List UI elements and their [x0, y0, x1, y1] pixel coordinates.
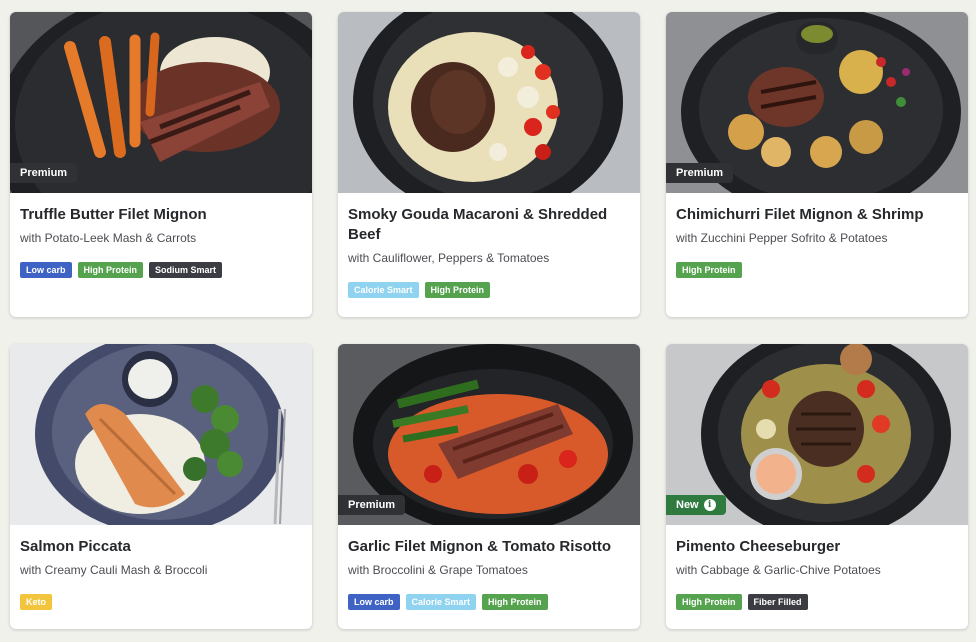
meal-subtitle: with Broccolini & Grape Tomatoes [348, 563, 528, 577]
meal-image[interactable] [10, 344, 312, 525]
tag-calorie-smart: Calorie Smart [348, 282, 419, 298]
meal-image[interactable] [338, 12, 640, 193]
new-label: New [676, 499, 699, 511]
tag-list: Low carb High Protein Sodium Smart [20, 262, 302, 278]
tag-sodium-smart: Sodium Smart [149, 262, 223, 278]
meal-card-pimento-cheeseburger[interactable]: New i Pimento Cheeseburger with Cabbage … [666, 344, 968, 629]
meal-title[interactable]: Smoky Gouda Macaroni & Shredded Beef [348, 205, 630, 245]
meal-subtitle: with Creamy Cauli Mash & Broccoli [20, 563, 208, 577]
tag-high-protein: High Protein [77, 262, 144, 278]
tag-high-protein: High Protein [424, 282, 491, 298]
meal-card-smoky-gouda-macaroni[interactable]: Smoky Gouda Macaroni & Shredded Beef wit… [338, 12, 640, 317]
meal-card-chimichurri-filet-mignon-shrimp[interactable]: Premium Chimichurri Filet Mignon & Shrim… [666, 12, 968, 317]
premium-badge: Premium [338, 495, 406, 515]
premium-badge: Premium [666, 163, 734, 183]
tag-calorie-smart: Calorie Smart [405, 594, 477, 610]
meal-image[interactable]: Premium [666, 12, 968, 193]
meal-image[interactable]: Premium [10, 12, 312, 193]
meal-title[interactable]: Chimichurri Filet Mignon & Shrimp [676, 205, 958, 225]
meal-title[interactable]: Truffle Butter Filet Mignon [20, 205, 302, 225]
tag-high-protein: High Protein [676, 594, 742, 610]
meal-title[interactable]: Pimento Cheeseburger [676, 537, 958, 557]
meal-image[interactable]: Premium [338, 344, 640, 525]
meal-image[interactable]: New i [666, 344, 968, 525]
meal-subtitle: with Zucchini Pepper Sofrito & Potatoes [676, 231, 888, 245]
new-badge[interactable]: New i [666, 495, 726, 515]
tag-list: Low carb Calorie Smart High Protein [348, 594, 630, 610]
info-icon[interactable]: i [703, 499, 716, 511]
meal-card-salmon-piccata[interactable]: Salmon Piccata with Creamy Cauli Mash & … [10, 344, 312, 629]
tag-list: High Protein Fiber Filled [676, 594, 958, 610]
tag-high-protein: High Protein [482, 594, 548, 610]
meal-card-truffle-butter-filet-mignon[interactable]: Premium Truffle Butter Filet Mignon with… [10, 12, 312, 317]
tag-keto: Keto [20, 594, 52, 610]
meal-subtitle: with Cabbage & Garlic-Chive Potatoes [676, 563, 881, 577]
meal-title[interactable]: Salmon Piccata [20, 537, 302, 557]
meal-subtitle: with Potato-Leek Mash & Carrots [20, 231, 197, 245]
tag-fiber-filled: Fiber Filled [747, 594, 808, 610]
tag-low-carb: Low carb [20, 262, 72, 278]
tag-list: High Protein [676, 262, 958, 278]
tag-list: Calorie Smart High Protein [348, 282, 630, 298]
meal-title[interactable]: Garlic Filet Mignon & Tomato Risotto [348, 537, 630, 557]
tag-low-carb: Low carb [348, 594, 400, 610]
premium-badge: Premium [10, 163, 78, 183]
tag-list: Keto [20, 594, 302, 610]
tag-high-protein: High Protein [676, 262, 742, 278]
meal-subtitle: with Cauliflower, Peppers & Tomatoes [348, 251, 550, 265]
meal-card-garlic-filet-mignon-tomato-risotto[interactable]: Premium Garlic Filet Mignon & Tomato Ris… [338, 344, 640, 629]
